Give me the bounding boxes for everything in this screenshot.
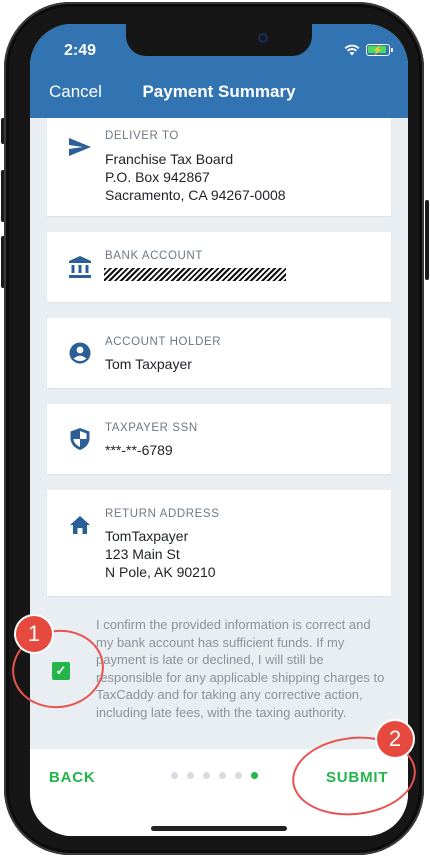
home-indicator [151,826,287,831]
return-address-line-2: 123 Main St [105,546,180,562]
bank-account-masked-value [104,268,286,281]
phone-screen: 2:49 ⚡ Cancel Payment Summary DELIVER TO… [30,24,408,836]
notch [126,24,312,56]
shield-icon [67,426,93,452]
page-dot-active [251,772,258,779]
bank-account-card: BANK ACCOUNT [47,232,391,302]
deliver-to-line-1: Franchise Tax Board [105,151,234,167]
battery-icon: ⚡ [366,44,393,56]
home-icon [67,512,93,538]
page-dot [187,772,194,779]
front-camera [258,33,268,43]
annotation-badge-2: 2 [377,721,413,757]
return-address-line-1: TomTaxpayer [105,528,189,544]
account-holder-label: ACCOUNT HOLDER [105,336,222,348]
send-icon [67,134,93,160]
annotation-badge-1: 1 [16,616,52,652]
phone-frame: 2:49 ⚡ Cancel Payment Summary DELIVER TO… [4,2,424,855]
page-dot [203,772,210,779]
deliver-to-card: DELIVER TO Franchise Tax Board P.O. Box … [47,118,391,216]
page-dot [171,772,178,779]
person-icon [67,340,93,366]
page-indicator [171,772,258,779]
return-address-card: RETURN ADDRESS TomTaxpayer 123 Main St N… [47,490,391,596]
wifi-icon [344,44,360,56]
page-dot [235,772,242,779]
power-button [425,200,429,280]
page-title: Payment Summary [142,82,296,101]
deliver-to-line-2: P.O. Box 942867 [105,169,210,185]
deliver-to-label: DELIVER TO [105,130,179,142]
taxpayer-ssn-card: TAXPAYER SSN ***-**-6789 [47,404,391,474]
bank-account-label: BANK ACCOUNT [105,250,203,262]
bank-icon [67,254,93,280]
return-address-line-3: N Pole, AK 90210 [105,564,216,580]
status-time: 2:49 [64,42,97,59]
account-holder-card: ACCOUNT HOLDER Tom Taxpayer [47,318,391,388]
taxpayer-ssn-value: ***-**-6789 [105,442,173,458]
taxpayer-ssn-label: TAXPAYER SSN [105,422,198,434]
return-address-label: RETURN ADDRESS [105,508,220,520]
confirmation-text: I confirm the provided information is co… [96,617,385,720]
back-button[interactable]: BACK [49,769,96,786]
page-dot [219,772,226,779]
deliver-to-line-3: Sacramento, CA 94267-0008 [105,187,286,203]
status-icons: ⚡ [344,44,393,56]
account-holder-value: Tom Taxpayer [105,356,192,372]
